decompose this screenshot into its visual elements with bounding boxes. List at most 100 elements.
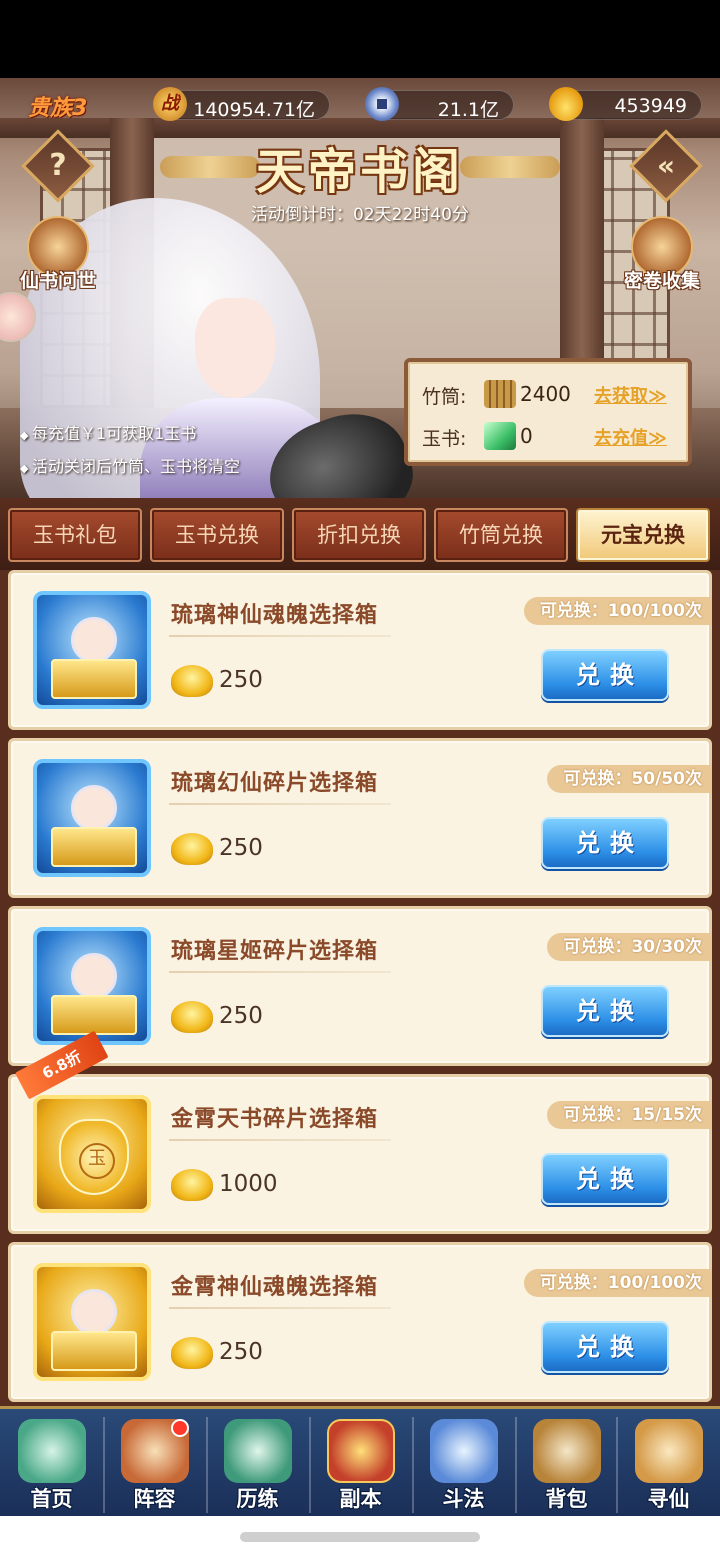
item-thumbnail[interactable] [33, 1095, 151, 1213]
screen: 贵族3 战 140954.71亿 21.1亿 453949 天帝书阁 活动倒计时… [0, 0, 720, 1558]
immortal-book-label: 仙书问世 [19, 270, 96, 292]
item-name: 金霄神仙魂魄选择箱 [171, 1275, 379, 1300]
nav-label: 寻仙 [647, 1487, 690, 1511]
ingots-value: 453949 [614, 95, 687, 117]
page-title: 天帝书阁 [255, 144, 464, 200]
copper-coins: 21.1亿 [365, 87, 514, 121]
noble-level[interactable]: 贵族3 [28, 90, 87, 122]
exchange-button-label: 兑换 [576, 829, 644, 857]
treasure-chest-icon [51, 827, 137, 867]
rule-line: 活动关闭后竹筒、玉书将清空 [20, 451, 240, 484]
exchange-button[interactable]: 兑换 [541, 985, 669, 1037]
notification-dot [171, 1419, 189, 1437]
get-bamboo-link[interactable]: 去获取≫ [594, 382, 667, 408]
copper-coins-value: 21.1亿 [437, 99, 499, 121]
treasure-chest-icon [51, 659, 137, 699]
currency-panel: 竹筒: 2400 去获取≫ 玉书: 0 去充值≫ [404, 358, 692, 466]
portrait-icon [71, 1289, 117, 1335]
divider [169, 1139, 391, 1141]
treasure-chest-icon [51, 995, 137, 1035]
portrait-icon [71, 785, 117, 831]
nav-seek-immortal[interactable]: 寻仙 [617, 1409, 720, 1519]
combat-power-value: 140954.71亿 [193, 99, 315, 121]
item-price: 1000 [219, 1171, 278, 1197]
nav-dungeon[interactable]: 副本 [309, 1409, 412, 1519]
seek-immortal-icon [635, 1419, 703, 1483]
character-face [195, 298, 275, 398]
list-item: 6.8折 金霄天书碎片选择箱 1000 可兑换：15/15次 兑换 [8, 1030, 712, 1234]
list-item: 金霄神仙魂魄选择箱 250 可兑换：100/100次 兑换 [8, 1242, 712, 1402]
rule-line: 每充值￥1可获取1玉书 [20, 418, 240, 451]
nav-label: 副本 [339, 1487, 382, 1511]
combat-power-icon: 战 [153, 87, 187, 121]
tab-label: 玉书礼包 [33, 523, 117, 547]
copper-coin-icon [365, 87, 399, 121]
nav-label: 背包 [545, 1487, 588, 1511]
jade-pouch-icon [59, 1119, 129, 1195]
tab-bar: 玉书礼包 玉书兑换 折扣兑换 竹筒兑换 元宝兑换 [0, 498, 720, 570]
event-rules: 每充值￥1可获取1玉书 活动关闭后竹筒、玉书将清空 [20, 418, 240, 484]
bamboo-amount: 2400 [520, 382, 571, 406]
jade-book-amount: 0 [520, 424, 533, 448]
exchange-button-label: 兑换 [576, 997, 644, 1025]
bamboo-label: 竹筒: [422, 386, 467, 408]
divider [169, 1307, 391, 1309]
nav-battle[interactable]: 斗法 [412, 1409, 515, 1519]
immortal-book-button[interactable]: 仙书问世 [12, 216, 104, 293]
item-thumbnail[interactable] [33, 591, 151, 709]
exchange-button-label: 兑换 [576, 661, 644, 689]
ingots[interactable]: 453949 [549, 87, 702, 121]
nav-label: 历练 [236, 1487, 279, 1511]
home-indicator[interactable] [240, 1532, 480, 1542]
exchange-button[interactable]: 兑换 [541, 1153, 669, 1205]
item-thumbnail[interactable] [33, 1263, 151, 1381]
list-item: 琉璃神仙魂魄选择箱 250 可兑换：100/100次 兑换 [8, 570, 712, 730]
gold-ingot-icon [171, 1001, 213, 1033]
exchange-button-label: 兑换 [576, 1165, 644, 1193]
double-chevron-left-icon: « [656, 149, 676, 182]
exchange-limit-badge: 可兑换：30/30次 [547, 933, 712, 961]
portrait-icon [71, 953, 117, 999]
gold-ingot-icon [171, 1169, 213, 1201]
item-price: 250 [219, 1003, 263, 1029]
tab-ingot-exchange[interactable]: 元宝兑换 [576, 508, 710, 562]
battle-icon [430, 1419, 498, 1483]
nav-home[interactable]: 首页 [0, 1409, 103, 1519]
bamboo-row: 竹筒: 2400 去获取≫ [422, 380, 692, 412]
bag-icon [533, 1419, 601, 1483]
home-icon [18, 1419, 86, 1483]
dungeon-icon [327, 1419, 395, 1483]
bamboo-scroll-icon [484, 380, 516, 408]
divider [169, 635, 391, 637]
gold-ingot-icon [171, 665, 213, 697]
item-name: 琉璃幻仙碎片选择箱 [171, 771, 379, 796]
status-bar [0, 0, 720, 78]
exchange-button[interactable]: 兑换 [541, 817, 669, 869]
tab-bamboo-exchange[interactable]: 竹筒兑换 [434, 508, 568, 562]
event-title: 天帝书阁 [160, 132, 560, 202]
divider [169, 971, 391, 973]
gold-ingot-icon [171, 1337, 213, 1369]
tab-jade-book-gift[interactable]: 玉书礼包 [8, 508, 142, 562]
scroll-collection-label: 密卷收集 [623, 270, 700, 292]
question-icon: ? [49, 148, 67, 183]
nav-bag[interactable]: 背包 [515, 1409, 618, 1519]
item-thumbnail[interactable] [33, 759, 151, 877]
exchange-limit-badge: 可兑换：100/100次 [523, 597, 712, 625]
recharge-link[interactable]: 去充值≫ [594, 424, 667, 450]
nav-training[interactable]: 历练 [206, 1409, 309, 1519]
resource-bar: 贵族3 战 140954.71亿 21.1亿 453949 [0, 84, 720, 126]
nav-label: 阵容 [133, 1487, 176, 1511]
item-name: 金霄天书碎片选择箱 [171, 1107, 379, 1132]
item-thumbnail[interactable] [33, 927, 151, 1045]
tab-discount-exchange[interactable]: 折扣兑换 [292, 508, 426, 562]
exchange-list[interactable]: 琉璃神仙魂魄选择箱 250 可兑换：100/100次 兑换 琉璃幻仙碎片选择箱 … [0, 570, 720, 1406]
exchange-button[interactable]: 兑换 [541, 649, 669, 701]
nav-lineup[interactable]: 阵容 [103, 1409, 206, 1519]
jade-book-row: 玉书: 0 去充值≫ [422, 422, 692, 454]
tab-label: 玉书兑换 [175, 523, 259, 547]
exchange-button[interactable]: 兑换 [541, 1321, 669, 1373]
tab-jade-book-exchange[interactable]: 玉书兑换 [150, 508, 284, 562]
scroll-collection-button[interactable]: 密卷收集 [616, 216, 708, 293]
gold-ingot-icon [549, 87, 583, 121]
